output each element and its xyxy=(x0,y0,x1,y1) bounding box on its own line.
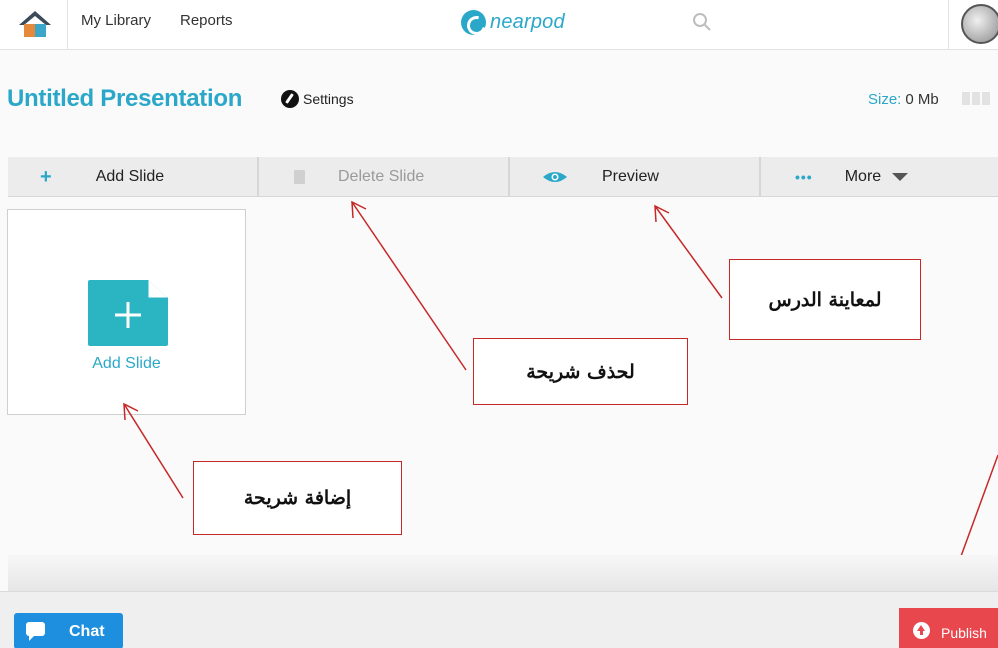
settings-button[interactable]: Settings xyxy=(281,90,354,108)
add-slide-button[interactable]: + Add Slide xyxy=(40,157,164,197)
add-slide-label: Add Slide xyxy=(95,168,165,185)
bottom-bar xyxy=(0,591,998,648)
size-indicator: Size: 0 Mb xyxy=(868,91,939,108)
nearpod-logo-text: nearpod xyxy=(490,10,565,33)
top-navigation: My Library Reports nearpod xyxy=(0,0,998,50)
delete-slide-label: Delete Slide xyxy=(338,168,425,185)
size-meter-segment xyxy=(982,92,990,105)
avatar-globe-icon xyxy=(961,4,998,44)
home-button[interactable] xyxy=(0,0,68,50)
size-meter-segment xyxy=(962,92,970,105)
annotation-preview: لمعاينة الدرس xyxy=(729,259,921,340)
preview-button[interactable]: Preview xyxy=(542,157,659,197)
presentation-title[interactable]: Untitled Presentation xyxy=(7,85,242,113)
size-value: 0 Mb xyxy=(905,91,939,108)
chat-bubble-icon xyxy=(26,622,45,641)
toolbar-divider xyxy=(257,157,259,197)
arrow-to-preview xyxy=(654,205,723,299)
add-slide-card[interactable]: Add Slide xyxy=(7,209,246,415)
avatar[interactable] xyxy=(948,0,998,50)
toolbar-divider xyxy=(759,157,761,197)
size-label: Size: xyxy=(868,91,902,108)
upload-icon xyxy=(913,622,930,639)
settings-label: Settings xyxy=(303,91,354,107)
arrow-to-delete xyxy=(351,201,467,371)
size-meter xyxy=(962,92,990,105)
plus-icon: + xyxy=(40,165,52,188)
annotation-add: إضافة شريحة xyxy=(193,461,402,535)
more-button[interactable]: ••• More xyxy=(795,157,909,197)
nearpod-logo-icon xyxy=(461,9,486,35)
preview-label: Preview xyxy=(602,168,659,185)
trash-icon xyxy=(294,170,305,184)
nearpod-logo[interactable]: nearpod xyxy=(461,8,565,36)
home-icon xyxy=(19,11,51,37)
toolbar-divider xyxy=(508,157,510,197)
annotation-delete: لحذف شريحة xyxy=(473,338,688,405)
nav-reports[interactable]: Reports xyxy=(180,12,233,29)
search-icon[interactable] xyxy=(692,12,712,32)
chat-button[interactable]: Chat xyxy=(14,613,123,648)
eye-icon xyxy=(543,172,567,182)
publish-button[interactable]: Publish xyxy=(899,608,998,648)
add-slide-card-label: Add Slide xyxy=(92,355,161,372)
bottom-shade xyxy=(8,555,998,591)
arrow-to-add-slide xyxy=(123,403,184,499)
chat-label: Chat xyxy=(69,623,105,640)
more-label: More xyxy=(844,168,882,185)
nav-my-library[interactable]: My Library xyxy=(81,12,151,29)
add-document-icon xyxy=(88,280,168,346)
pencil-icon xyxy=(281,90,299,108)
publish-label: Publish xyxy=(941,625,987,641)
more-dots-icon: ••• xyxy=(795,169,813,185)
size-meter-segment xyxy=(972,92,980,105)
slide-toolbar: + Add Slide Delete Slide Preview ••• Mor… xyxy=(8,157,998,197)
delete-slide-button[interactable]: Delete Slide xyxy=(294,157,424,197)
chevron-down-icon xyxy=(892,173,909,181)
